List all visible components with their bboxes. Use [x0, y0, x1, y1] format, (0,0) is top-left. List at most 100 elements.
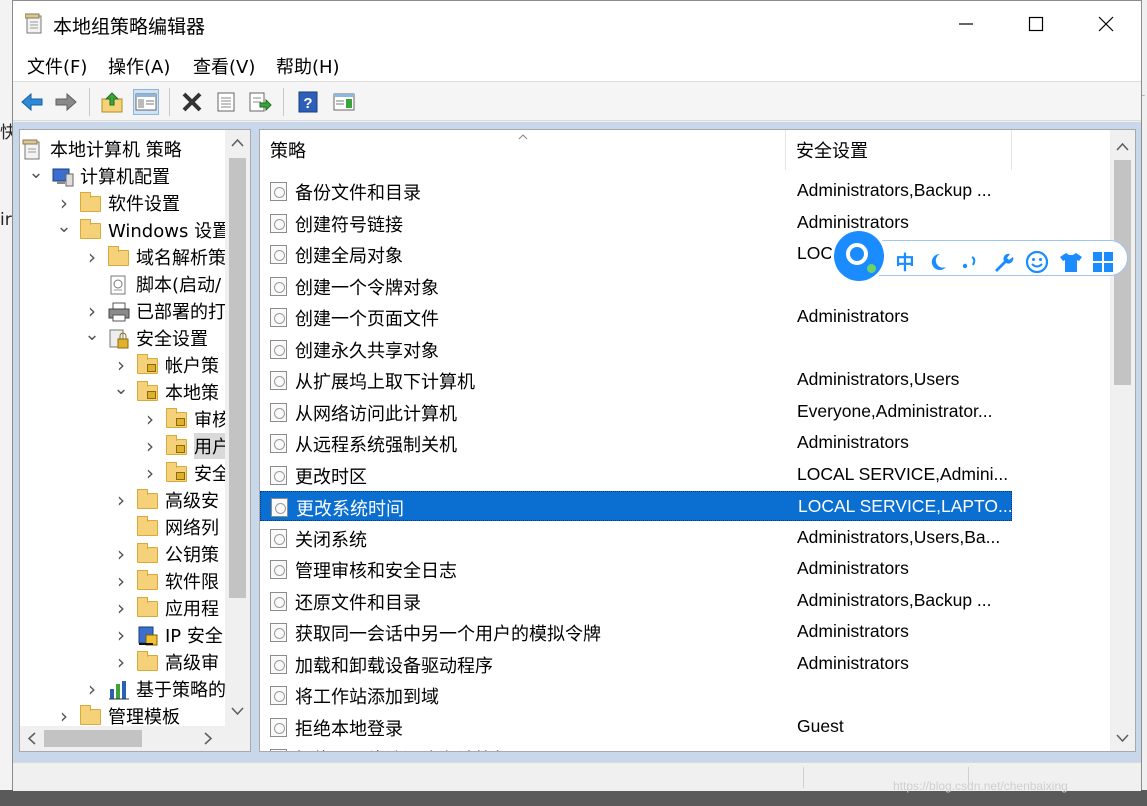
back-button[interactable] [19, 89, 45, 115]
expand-chevron-icon[interactable]: › [56, 704, 72, 728]
menu-view[interactable]: 查看(V) [193, 53, 255, 79]
close-button[interactable] [1071, 1, 1141, 47]
scroll-down-icon[interactable] [1110, 727, 1135, 749]
tree-scroll-thumb[interactable] [229, 158, 246, 598]
scroll-down-icon[interactable] [225, 700, 250, 722]
tree-node[interactable]: › IP 安全 [113, 622, 223, 648]
collapse-chevron-icon[interactable]: ⌄ [113, 378, 129, 399]
policy-row[interactable]: 从远程系统强制关机 Administrators [260, 428, 1012, 458]
tree-node[interactable]: › 高级安 [113, 487, 219, 513]
scroll-right-icon[interactable] [198, 726, 218, 751]
expand-chevron-icon[interactable]: › [84, 677, 100, 701]
delete-button[interactable] [179, 89, 205, 115]
expand-chevron-icon[interactable]: › [56, 191, 72, 215]
show-hide-tree-button[interactable] [133, 89, 159, 115]
tree-node[interactable]: › 域名解析策 [84, 244, 226, 270]
tree-node[interactable]: › 高级审 [113, 649, 219, 675]
policy-row[interactable]: 创建一个页面文件 Administrators [260, 302, 1012, 332]
tree-horizontal-scrollbar[interactable] [20, 726, 250, 751]
wrench-icon[interactable] [991, 251, 1015, 273]
policy-row[interactable]: 从扩展坞上取下计算机 Administrators,Users [260, 365, 1012, 395]
menu-action[interactable]: 操作(A) [108, 53, 170, 79]
expand-chevron-icon[interactable]: › [142, 461, 158, 485]
policy-row[interactable]: 拒绝从网络访问这台计算机 Guest [260, 743, 1012, 751]
tree-node[interactable]: ⌄ 本地策 [113, 378, 219, 405]
tree-node[interactable]: ⌄ 安全设置 [84, 324, 208, 351]
emoji-icon[interactable] [1025, 250, 1049, 274]
policy-row[interactable]: 更改时区 LOCAL SERVICE,Admini... [260, 460, 1012, 490]
ime-toolbar[interactable]: 中 [834, 231, 1129, 281]
punctuation-icon[interactable] [958, 251, 982, 273]
tree-node[interactable]: › 应用程 [113, 595, 219, 621]
export-list-button[interactable] [247, 89, 273, 115]
tree-node[interactable]: 网络列 [113, 514, 219, 540]
expand-chevron-icon[interactable]: › [113, 542, 129, 566]
moon-icon[interactable] [926, 251, 950, 273]
policy-row[interactable]: 管理审核和安全日志 Administrators [260, 554, 1012, 584]
minimize-button[interactable] [931, 1, 1001, 47]
collapse-chevron-icon[interactable]: ⌄ [84, 324, 100, 345]
tree-node[interactable]: › 公钥策 [113, 541, 219, 567]
policy-editor-icon [25, 13, 42, 34]
forward-button[interactable] [53, 89, 79, 115]
show-action-pane-button[interactable] [331, 89, 357, 115]
policy-row[interactable]: 获取同一会话中另一个用户的模拟令牌 Administrators [260, 617, 1012, 647]
tree-node[interactable]: › 用户 [142, 433, 230, 459]
skin-shirt-icon[interactable] [1059, 251, 1083, 273]
menu-file[interactable]: 文件(F) [27, 53, 87, 79]
expand-chevron-icon[interactable]: › [113, 650, 129, 674]
tree-vertical-scrollbar[interactable] [225, 130, 250, 726]
policy-row[interactable]: 关闭系统 Administrators,Users,Ba... [260, 523, 1012, 553]
ime-logo-icon[interactable] [834, 231, 884, 281]
menu-help[interactable]: 帮助(H) [276, 53, 340, 79]
policy-row[interactable]: 更改系统时间 LOCAL SERVICE,LAPTO... [260, 491, 1013, 521]
policy-row[interactable]: 创建永久共享对象 [260, 334, 1012, 364]
tree-node[interactable]: › 软件限 [113, 568, 219, 594]
tree-hscroll-thumb[interactable] [44, 730, 142, 747]
expand-chevron-icon[interactable]: › [84, 299, 100, 323]
policy-security-setting: Guest [797, 715, 844, 736]
expand-chevron-icon[interactable]: › [113, 596, 129, 620]
tree-node[interactable]: › 基于策略的 [84, 676, 226, 702]
expand-chevron-icon[interactable]: › [142, 407, 158, 431]
policy-row[interactable]: 从网络访问此计算机 Everyone,Administrator... [260, 397, 1012, 427]
tree-node[interactable]: › 安全 [142, 460, 230, 486]
policy-row[interactable]: 加载和卸载设备驱动程序 Administrators [260, 649, 1012, 679]
policy-row[interactable]: 拒绝本地登录 Guest [260, 712, 1012, 742]
expand-chevron-icon[interactable]: › [84, 245, 100, 269]
title-bar[interactable]: 本地组策略编辑器 [13, 1, 1141, 47]
tree-node[interactable]: › 审核 [142, 406, 230, 432]
column-header-label: 安全设置 [796, 141, 868, 162]
ime-lang-toggle[interactable]: 中 [893, 248, 917, 275]
scroll-up-icon[interactable] [1110, 136, 1135, 158]
tree-node[interactable]: › 帐户策 [113, 352, 219, 378]
expand-chevron-icon[interactable]: › [142, 434, 158, 458]
collapse-chevron-icon[interactable]: ⌄ [56, 216, 72, 237]
column-header-setting[interactable]: 安全设置 [786, 130, 1012, 170]
tree-node[interactable]: ⌄ 计算机配置 [28, 162, 170, 189]
collapse-chevron-icon[interactable]: ⌄ [28, 162, 44, 183]
expand-chevron-icon[interactable]: › [113, 569, 129, 593]
tree-node[interactable]: 本地计算机 策略 [22, 136, 182, 162]
scroll-up-icon[interactable] [225, 132, 250, 154]
tree-node[interactable]: 脚本(启动/ [84, 271, 221, 297]
tree-node[interactable]: ⌄ Windows 设置 [56, 216, 230, 243]
scroll-left-icon[interactable] [22, 726, 42, 751]
expand-chevron-icon[interactable]: › [113, 488, 129, 512]
policy-name: 备份文件和目录 [295, 183, 421, 204]
properties-button[interactable] [213, 89, 239, 115]
up-level-button[interactable] [99, 89, 125, 115]
tree-node-label: 脚本(启动/ [136, 275, 222, 296]
tree-node[interactable]: › 软件设置 [56, 190, 180, 216]
policy-row[interactable]: 将工作站添加到域 [260, 680, 1012, 710]
toolbox-grid-icon[interactable] [1092, 251, 1116, 273]
expand-chevron-icon[interactable]: › [113, 623, 129, 647]
help-button[interactable]: ? [295, 89, 321, 115]
expand-chevron-icon[interactable]: › [113, 353, 129, 377]
policy-row[interactable]: 还原文件和目录 Administrators,Backup ... [260, 586, 1012, 616]
tree-node[interactable]: › 已部署的打 [84, 298, 226, 324]
policy-setting-icon [271, 498, 288, 517]
maximize-button[interactable] [1001, 1, 1071, 47]
policy-row[interactable]: 备份文件和目录 Administrators,Backup ... [260, 176, 1012, 206]
list-vertical-scrollbar[interactable] [1110, 130, 1135, 751]
